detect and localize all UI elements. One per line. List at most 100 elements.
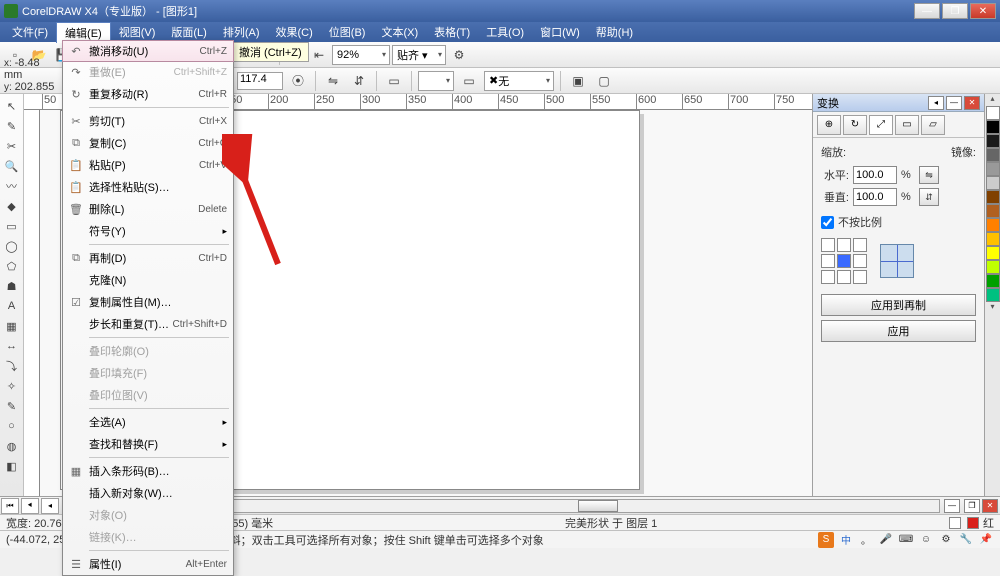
- color-swatch[interactable]: [986, 204, 1000, 218]
- color-swatch[interactable]: [986, 274, 1000, 288]
- menu-item[interactable]: ✂剪切(T)Ctrl+X: [63, 110, 233, 132]
- apply-button[interactable]: 应用: [821, 320, 976, 342]
- tray-pin-icon[interactable]: 📌: [978, 532, 994, 548]
- fill-dropdown[interactable]: ✖ 无: [484, 71, 554, 91]
- menu-item[interactable]: 查找和替换(F): [63, 433, 233, 455]
- crop-tool-icon[interactable]: ✂: [1, 136, 23, 156]
- tray-gear-icon[interactable]: ⚙: [938, 532, 954, 548]
- color-swatch[interactable]: [986, 218, 1000, 232]
- doc-min-button[interactable]: —: [944, 499, 960, 513]
- mirror-h-icon[interactable]: ⇋: [322, 70, 344, 92]
- shape-tool-icon[interactable]: ✎: [1, 116, 23, 136]
- maximize-button[interactable]: ❐: [942, 3, 968, 19]
- tab-skew-icon[interactable]: ▱: [921, 115, 945, 135]
- outline-style-icon[interactable]: ▭: [458, 70, 480, 92]
- apply-duplicate-button[interactable]: 应用到再制: [821, 294, 976, 316]
- outline-tool-icon[interactable]: ○: [1, 416, 23, 436]
- palette-down-icon[interactable]: ▾: [985, 302, 1000, 314]
- ellipse-tool-icon[interactable]: ◯: [1, 236, 23, 256]
- page-rewind-icon[interactable]: ⏮: [1, 498, 19, 514]
- menu-工具o[interactable]: 工具(O): [478, 22, 532, 42]
- color-swatch[interactable]: [986, 120, 1000, 134]
- h-scale-input[interactable]: [853, 166, 897, 184]
- tab-position-icon[interactable]: ⊕: [817, 115, 841, 135]
- menu-item[interactable]: 插入新对象(W)…: [63, 482, 233, 504]
- fill-tool-icon[interactable]: ◍: [1, 436, 23, 456]
- snap-dropdown[interactable]: 贴齐 ▾: [392, 45, 446, 65]
- basic-shapes-tool-icon[interactable]: ☗: [1, 276, 23, 296]
- menu-item[interactable]: ☑复制属性自(M)…: [63, 291, 233, 313]
- doc-close-button[interactable]: ✕: [982, 499, 998, 513]
- menu-窗口w[interactable]: 窗口(W): [532, 22, 588, 42]
- menu-位图b[interactable]: 位图(B): [321, 22, 374, 42]
- text-tool-icon[interactable]: A: [1, 296, 23, 316]
- spinner-up-icon[interactable]: ⦿: [287, 70, 309, 92]
- export-icon[interactable]: ⇤: [308, 44, 330, 66]
- color-swatch[interactable]: [986, 260, 1000, 274]
- page-first-icon[interactable]: ⯇: [21, 498, 39, 514]
- smartfill-tool-icon[interactable]: ◆: [1, 196, 23, 216]
- menu-item[interactable]: ⧉复制(C)Ctrl+C: [63, 132, 233, 154]
- freehand-tool-icon[interactable]: 〰: [1, 176, 23, 196]
- color-swatch[interactable]: [986, 232, 1000, 246]
- docker-collapse-button[interactable]: ◂: [928, 96, 944, 110]
- mirror-v-button[interactable]: ⇵: [919, 188, 939, 206]
- hscroll-thumb[interactable]: [578, 500, 618, 512]
- mirror-h-button[interactable]: ⇋: [919, 166, 939, 184]
- table-tool-icon[interactable]: ▦: [1, 316, 23, 336]
- tab-scale-icon[interactable]: ⤢: [869, 115, 893, 135]
- mirror-v-icon[interactable]: ⇵: [348, 70, 370, 92]
- tray-tool-icon[interactable]: 🔧: [958, 532, 974, 548]
- menu-item[interactable]: 克隆(N): [63, 269, 233, 291]
- outline-dropdown[interactable]: [418, 71, 454, 91]
- color-swatch[interactable]: [986, 148, 1000, 162]
- tray-smile-icon[interactable]: ☺: [918, 532, 934, 548]
- color-swatch[interactable]: [986, 288, 1000, 302]
- menu-item[interactable]: ☰属性(I)Alt+Enter: [63, 553, 233, 575]
- color-swatch[interactable]: [986, 162, 1000, 176]
- tab-size-icon[interactable]: ▭: [895, 115, 919, 135]
- menu-文件f[interactable]: 文件(F): [4, 22, 56, 42]
- anchor-grid[interactable]: [821, 238, 867, 284]
- hscrollbar[interactable]: [216, 499, 940, 513]
- menu-item[interactable]: ↶撤消移动(U)Ctrl+Z: [62, 40, 234, 62]
- menu-item[interactable]: 全选(A): [63, 411, 233, 433]
- eyedropper-tool-icon[interactable]: ✎: [1, 396, 23, 416]
- color-swatch[interactable]: [986, 246, 1000, 260]
- rectangle-tool-icon[interactable]: ▭: [1, 216, 23, 236]
- color-swatch[interactable]: [986, 134, 1000, 148]
- menu-效果c[interactable]: 效果(C): [268, 22, 321, 42]
- menu-item[interactable]: 🗑删除(L)Delete: [63, 198, 233, 220]
- menu-item[interactable]: ↻重复移动(R)Ctrl+R: [63, 83, 233, 105]
- zoom-tool-icon[interactable]: 🔍: [1, 156, 23, 176]
- ime-cn-icon[interactable]: 中: [838, 532, 854, 548]
- menu-表格t[interactable]: 表格(T): [426, 22, 478, 42]
- dimension-tool-icon[interactable]: ↔: [1, 336, 23, 356]
- close-button[interactable]: ✕: [970, 3, 996, 19]
- docker-min-button[interactable]: —: [946, 96, 962, 110]
- menu-item[interactable]: 符号(Y): [63, 220, 233, 242]
- to-front-icon[interactable]: ▣: [567, 70, 589, 92]
- color-swatch[interactable]: [986, 176, 1000, 190]
- color-swatch[interactable]: [986, 106, 1000, 120]
- page-prev-icon[interactable]: ◂: [41, 498, 59, 514]
- connector-tool-icon[interactable]: ⤵: [1, 356, 23, 376]
- tray-mic-icon[interactable]: 🎤: [878, 532, 894, 548]
- polygon-tool-icon[interactable]: ⬠: [1, 256, 23, 276]
- color-swatch[interactable]: [986, 190, 1000, 204]
- options-icon[interactable]: ⚙: [448, 44, 470, 66]
- tray-punct-icon[interactable]: 。: [858, 532, 874, 548]
- doc-restore-button[interactable]: ❐: [964, 499, 980, 513]
- menu-item[interactable]: ▦插入条形码(B)…: [63, 460, 233, 482]
- tray-keyboard-icon[interactable]: ⌨: [898, 532, 914, 548]
- palette-up-icon[interactable]: ▴: [985, 94, 1000, 106]
- menu-帮助h[interactable]: 帮助(H): [588, 22, 641, 42]
- menu-视图v[interactable]: 视图(V): [111, 22, 164, 42]
- menu-排列a[interactable]: 排列(A): [215, 22, 268, 42]
- zoom-dropdown[interactable]: 92%: [332, 45, 390, 65]
- wrap-icon[interactable]: ▭: [383, 70, 405, 92]
- menu-item[interactable]: ⧉再制(D)Ctrl+D: [63, 247, 233, 269]
- to-back-icon[interactable]: ▢: [593, 70, 615, 92]
- minimize-button[interactable]: —: [914, 3, 940, 19]
- menu-item[interactable]: 步长和重复(T)…Ctrl+Shift+D: [63, 313, 233, 335]
